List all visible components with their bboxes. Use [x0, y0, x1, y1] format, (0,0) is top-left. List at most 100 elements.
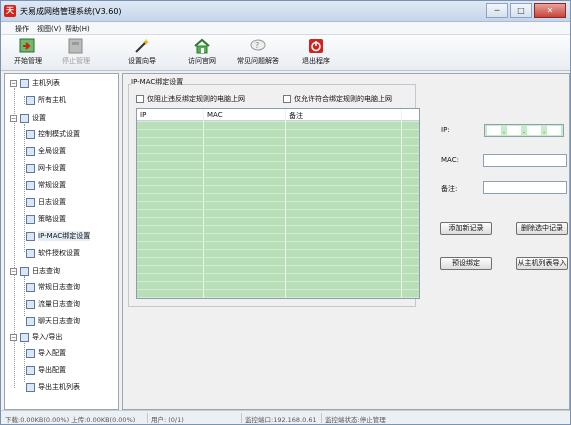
- collapse-icon[interactable]: −: [10, 114, 17, 122]
- mac-field[interactable]: [483, 154, 567, 167]
- document-icon: [26, 282, 35, 292]
- note-field[interactable]: [483, 181, 567, 194]
- tree-line: [24, 124, 25, 252]
- home-icon: [193, 38, 211, 54]
- menu-operate[interactable]: 操作: [15, 24, 29, 34]
- note-label: 备注:: [441, 185, 458, 193]
- stop-manage-button[interactable]: 停止管理: [53, 37, 99, 69]
- minimize-button[interactable]: ─: [486, 3, 508, 18]
- tree-item-all-hosts[interactable]: 所有主机: [26, 94, 66, 106]
- window-title: 天易成网络管理系统(V3.60): [20, 7, 122, 16]
- checkbox-box[interactable]: [283, 95, 291, 103]
- setup-wizard-button[interactable]: 设置向导: [119, 37, 165, 69]
- tree-item-export-hosts[interactable]: 导出主机列表: [26, 381, 80, 393]
- checkbox-allow-compliant[interactable]: 仅允许符合绑定规则的电脑上网: [283, 94, 392, 104]
- tree-line: [24, 276, 25, 316]
- col-ip[interactable]: IP: [140, 111, 146, 119]
- traffic-icon: [26, 299, 35, 309]
- ip-mac-binding-panel: IP-MAC绑定设置 仅阻止违反绑定规则的电脑上网 仅允许符合绑定规则的电脑上网…: [122, 73, 570, 410]
- tree-item-log-settings[interactable]: 日志设置: [26, 196, 66, 208]
- tree-section-logs[interactable]: − 日志查询: [10, 265, 60, 277]
- maximize-button[interactable]: □: [510, 3, 532, 18]
- tree-item-general-log[interactable]: 常规日志查询: [26, 281, 80, 293]
- tree-item-export-config[interactable]: 导出配置: [26, 364, 66, 376]
- table-header: IP MAC 备注: [137, 109, 419, 121]
- tree-item-chat-log[interactable]: 聊天日志查询: [26, 315, 80, 327]
- network-card-icon: [26, 163, 35, 173]
- import-export-icon: [20, 332, 29, 342]
- export-list-icon: [26, 382, 35, 392]
- tree-item-policy[interactable]: 策略设置: [26, 213, 66, 225]
- faq-icon: ?: [249, 38, 267, 54]
- tree-item-general[interactable]: 常规设置: [26, 179, 66, 191]
- computer-icon: [26, 95, 35, 105]
- ip-octet[interactable]: [487, 126, 501, 135]
- tree-section-settings[interactable]: − 设置: [10, 112, 46, 124]
- tree-line: [24, 96, 25, 104]
- tree-item-global[interactable]: 全局设置: [26, 145, 66, 157]
- tree-line: [24, 340, 25, 382]
- globe-icon: [26, 146, 35, 156]
- binding-table[interactable]: IP MAC 备注: [136, 108, 420, 299]
- faq-button[interactable]: ? 常见问题解答: [235, 37, 281, 69]
- log-query-icon: [20, 266, 29, 276]
- app-window: 天 天易成网络管理系统(V3.60) ─ □ ✕ 操作 视图(V) 帮助(H) …: [0, 0, 571, 425]
- save-icon: [26, 365, 35, 375]
- tree-section-hosts[interactable]: − 主机列表: [10, 77, 60, 89]
- tree-item-license[interactable]: 软件授权设置: [26, 247, 80, 259]
- tree-item-nic[interactable]: 网卡设置: [26, 162, 66, 174]
- ip-octet[interactable]: [547, 126, 562, 135]
- license-icon: [26, 248, 35, 258]
- ip-label: IP:: [441, 126, 450, 134]
- tree-item-import-config[interactable]: 导入配置: [26, 347, 66, 359]
- column-divider: [401, 109, 402, 298]
- menu-bar: 操作 视图(V) 帮助(H): [1, 22, 570, 35]
- import-icon: [26, 348, 35, 358]
- col-note[interactable]: 备注: [289, 111, 303, 121]
- collapse-icon[interactable]: −: [10, 267, 17, 275]
- add-record-button[interactable]: 添加新记录: [440, 222, 492, 235]
- column-divider: [285, 109, 286, 298]
- start-manage-icon: [19, 38, 37, 54]
- collapse-icon[interactable]: −: [10, 79, 17, 87]
- tree-line: [14, 88, 15, 388]
- ip-octet[interactable]: [507, 126, 521, 135]
- visit-website-button[interactable]: 访问官网: [179, 37, 225, 69]
- preset-binding-button[interactable]: 预设绑定: [440, 257, 492, 270]
- toolbar: 开始管理 停止管理 设置向导 访问官网 ? 常见问题解答 退出程序: [1, 35, 570, 71]
- col-mac[interactable]: MAC: [207, 111, 223, 119]
- tree-item-ip-mac-binding[interactable]: IP-MAC绑定设置: [26, 230, 91, 242]
- status-bar: 下载:0.00KB(0.00%) 上传:0.00KB(0.00%) 用户: (0…: [1, 410, 570, 424]
- start-manage-button[interactable]: 开始管理: [5, 37, 51, 69]
- arrow-down-icon: [26, 180, 35, 190]
- checkbox-block-violators[interactable]: 仅阻止违反绑定规则的电脑上网: [136, 94, 245, 104]
- title-bar[interactable]: 天 天易成网络管理系统(V3.60) ─ □ ✕: [1, 1, 570, 22]
- tree-item-traffic-log[interactable]: 流量日志查询: [26, 298, 80, 310]
- ip-address-field[interactable]: . . .: [484, 124, 564, 137]
- policy-icon: [26, 214, 35, 224]
- power-exit-icon: [307, 38, 325, 54]
- settings-icon: [20, 113, 29, 123]
- delete-selected-button[interactable]: 删除选中记录: [516, 222, 568, 235]
- binding-icon: [26, 231, 35, 241]
- table-body[interactable]: [137, 121, 419, 298]
- tree-item-control-mode[interactable]: 控制模式设置: [26, 128, 80, 140]
- status-monitor-state: 监控端状态:停止管理: [325, 416, 386, 424]
- close-button[interactable]: ✕: [534, 3, 566, 18]
- import-from-hosts-button[interactable]: 从主机列表导入: [516, 257, 568, 270]
- ip-octet[interactable]: [527, 126, 541, 135]
- host-list-icon: [20, 78, 29, 88]
- status-divider: [241, 413, 242, 423]
- menu-view[interactable]: 视图(V): [37, 24, 61, 34]
- column-divider: [203, 109, 204, 298]
- wizard-wand-icon: [133, 38, 151, 54]
- status-divider: [321, 413, 322, 423]
- status-users: 用户: (0/1): [151, 416, 184, 424]
- menu-help[interactable]: 帮助(H): [65, 24, 90, 34]
- checkbox-box[interactable]: [136, 95, 144, 103]
- stop-manage-icon: [67, 38, 85, 54]
- tree-section-import-export[interactable]: − 导入/导出: [10, 331, 62, 343]
- collapse-icon[interactable]: −: [10, 333, 17, 341]
- status-traffic: 下载:0.00KB(0.00%) 上传:0.00KB(0.00%): [5, 416, 136, 424]
- exit-button[interactable]: 退出程序: [293, 37, 339, 69]
